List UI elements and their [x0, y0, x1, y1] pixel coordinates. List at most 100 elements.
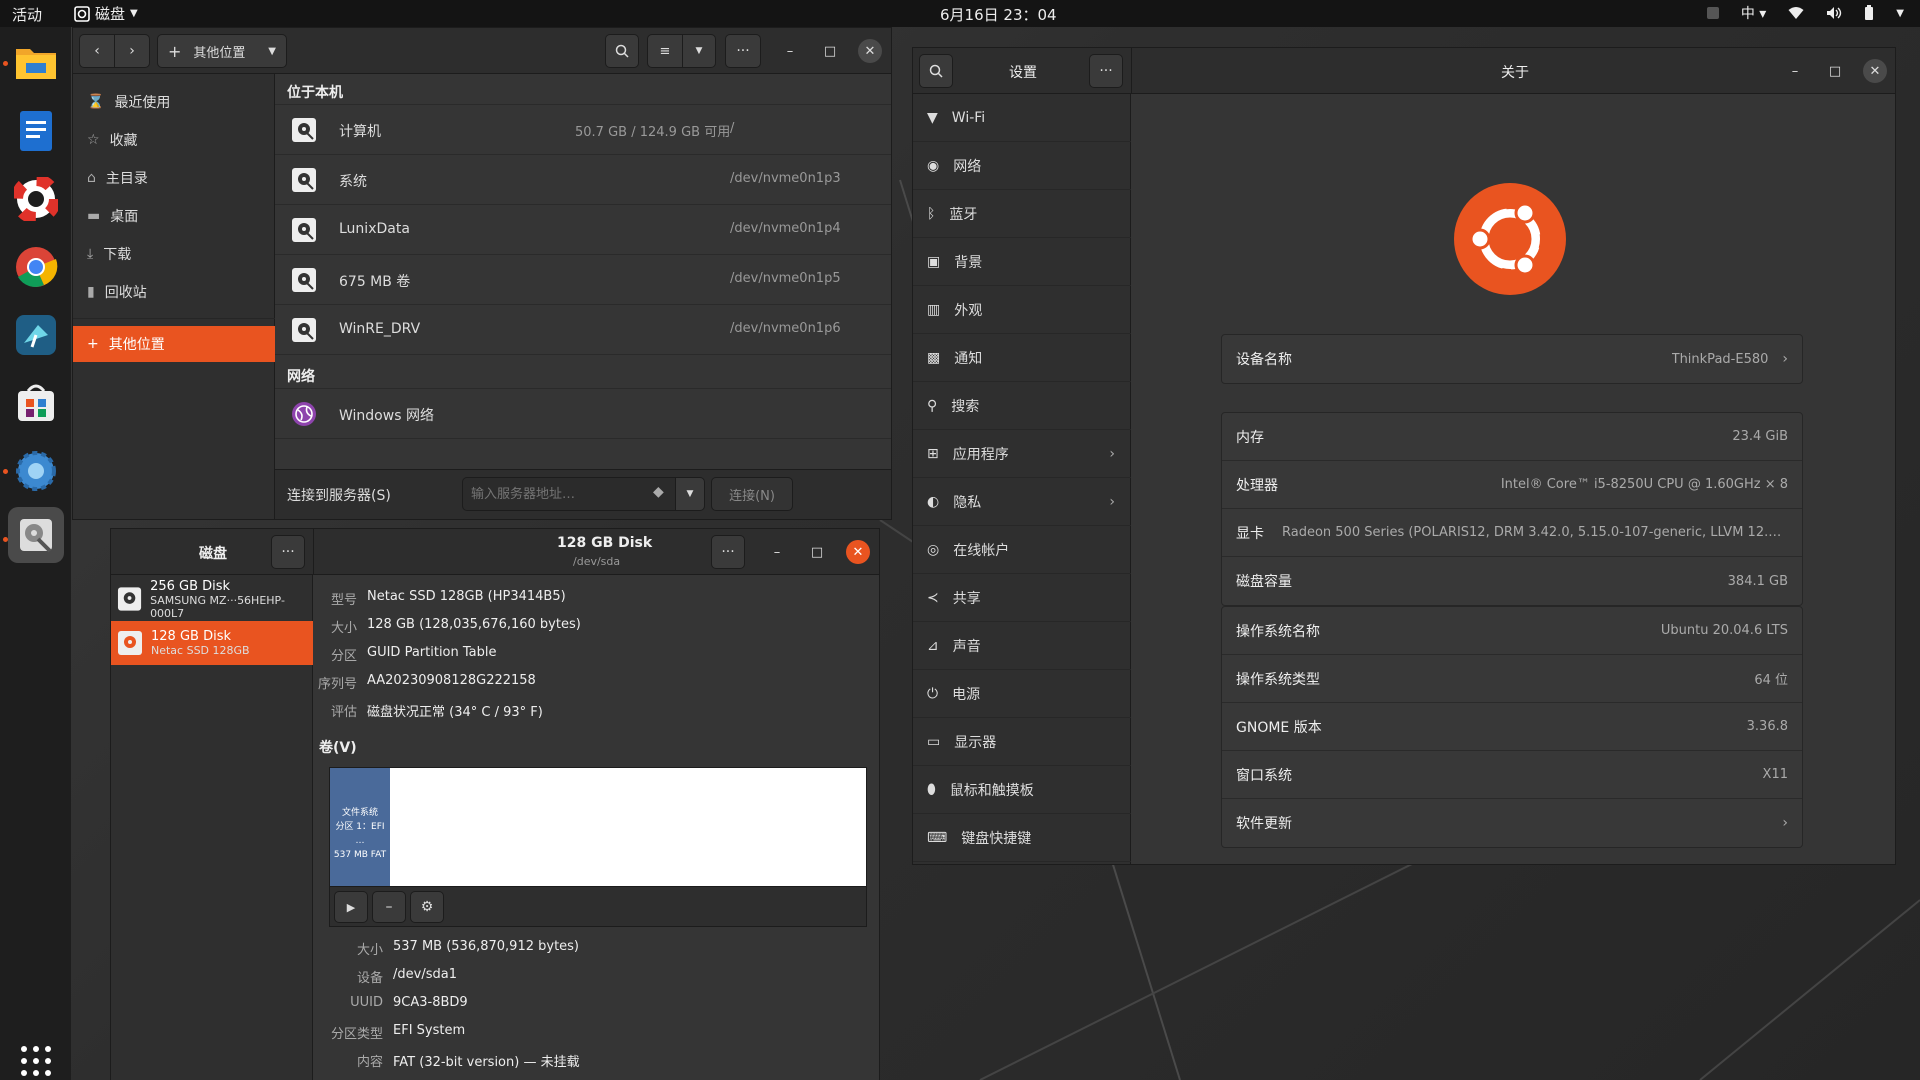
- chevron-left-icon: ‹: [94, 43, 100, 59]
- sidebar-item-downloads[interactable]: ⤓ 下载: [73, 236, 275, 272]
- sidebar-item-keyboard[interactable]: ⌨ 键盘快捷键: [913, 814, 1131, 862]
- disk-list-item-selected[interactable]: 128 GB Disk Netac SSD 128GB: [111, 621, 313, 665]
- activities-button[interactable]: 活动: [12, 4, 42, 25]
- chevron-down-icon: ▼: [1896, 7, 1904, 19]
- play-icon: ▶: [346, 900, 356, 914]
- disks-app-icon: [74, 5, 90, 22]
- sidebar-item-desktop[interactable]: ▬ 桌面: [73, 198, 275, 234]
- maximize-button[interactable]: □: [1823, 59, 1847, 83]
- drive-icon: [117, 587, 142, 611]
- sidebar-item-sharing[interactable]: ≺ 共享: [913, 574, 1131, 622]
- software-updates-row[interactable]: 软件更新 ›: [1222, 799, 1802, 847]
- plus-icon: +: [87, 336, 99, 352]
- bluetooth-icon: ᛒ: [927, 205, 936, 222]
- clock-icon: ⌛: [87, 94, 105, 110]
- partition-efi[interactable]: 文件系统 分区 1：EFI … 537 MB FAT: [330, 768, 390, 886]
- chevron-right-icon: ›: [1782, 815, 1788, 831]
- tray-square-icon: [1706, 7, 1719, 19]
- sidebar-item-online-accounts[interactable]: ◎ 在线帐户: [913, 526, 1131, 574]
- sidebar-item-wifi[interactable]: ▼ Wi-Fi: [913, 94, 1131, 142]
- partition-unknown[interactable]: [390, 768, 866, 886]
- dock-settings[interactable]: [8, 443, 64, 499]
- location-row[interactable]: 计算机 50.7 GB / 124.9 GB 可用 /: [275, 105, 891, 155]
- dock-software[interactable]: [8, 375, 64, 431]
- minimize-button[interactable]: –: [1783, 59, 1807, 83]
- files-menu-button[interactable]: ···: [725, 34, 761, 68]
- back-button[interactable]: ‹: [79, 34, 115, 68]
- close-button[interactable]: ✕: [1863, 59, 1887, 83]
- recent-servers-button[interactable]: ▼: [675, 477, 705, 511]
- close-button[interactable]: ✕: [846, 540, 870, 564]
- mount-button[interactable]: ▶: [334, 891, 368, 923]
- device-name-row[interactable]: 设备名称 ThinkPad-E580 ›: [1222, 335, 1802, 383]
- forward-button[interactable]: ›: [114, 34, 150, 68]
- sidebar-item-starred[interactable]: ☆ 收藏: [73, 122, 275, 158]
- sidebar-item-sound[interactable]: ⊿ 声音: [913, 622, 1131, 670]
- partition-settings-button[interactable]: ⚙: [410, 891, 444, 923]
- search-button[interactable]: [605, 34, 639, 68]
- sidebar-item-background[interactable]: ▣ 背景: [913, 238, 1131, 286]
- sidebar-item-mouse[interactable]: ⬮ 鼠标和触摸板: [913, 766, 1131, 814]
- connect-button[interactable]: 连接(N): [711, 477, 793, 511]
- dock-writer[interactable]: [8, 103, 64, 159]
- graphics-row: 显卡 Radeon 500 Series (POLARIS12, DRM 3.42…: [1222, 509, 1802, 557]
- sidebar-item-notifications[interactable]: ▩ 通知: [913, 334, 1131, 382]
- settings-window: 设置 ··· 关于 – □ ✕ ▼ Wi-Fi ◉ 网络 ᛒ 蓝牙 ▣ 背景 ▥ 外观 ▩…: [912, 47, 1896, 865]
- minimize-button[interactable]: –: [765, 540, 789, 564]
- sidebar-item-network[interactable]: ◉ 网络: [913, 142, 1131, 190]
- sidebar-item-appearance[interactable]: ▥ 外观: [913, 286, 1131, 334]
- dock-chrome[interactable]: [8, 239, 64, 295]
- disk-list-item[interactable]: 256 GB Disk SAMSUNG MZ···56HEHP-000L7: [111, 577, 313, 621]
- location-row[interactable]: 675 MB 卷 /dev/nvme0n1p5: [275, 255, 891, 305]
- disk-menu-button[interactable]: ···: [711, 535, 745, 569]
- maximize-button[interactable]: □: [805, 540, 829, 564]
- path-bar-other-locations[interactable]: + 其他位置 ▼: [157, 34, 287, 68]
- disks-app-menu-button[interactable]: ···: [271, 535, 305, 569]
- maximize-button[interactable]: □: [818, 39, 842, 63]
- settings-gear-icon: [16, 451, 56, 491]
- dock-help[interactable]: [8, 171, 64, 227]
- document-icon: [20, 111, 52, 151]
- app-menu[interactable]: 磁盘 ▼: [74, 3, 138, 24]
- view-options-button[interactable]: ▼: [682, 34, 716, 68]
- settings-search-button[interactable]: [919, 54, 953, 88]
- dock-disks[interactable]: [8, 507, 64, 563]
- sidebar-item-recent[interactable]: ⌛ 最近使用: [73, 84, 275, 120]
- sidebar-item-home[interactable]: ⌂ 主目录: [73, 160, 275, 196]
- os-name-row: 操作系统名称 Ubuntu 20.04.6 LTS: [1222, 607, 1802, 655]
- location-row[interactable]: LunixData /dev/nvme0n1p4: [275, 205, 891, 255]
- sidebar-item-trash[interactable]: ▮ 回收站: [73, 274, 275, 310]
- sidebar-item-other-locations[interactable]: + 其他位置: [73, 326, 275, 362]
- location-name: 计算机: [339, 124, 381, 140]
- settings-menu-button[interactable]: ···: [1089, 54, 1123, 88]
- connect-server-label: 连接到服务器(S): [287, 488, 391, 504]
- system-tray[interactable]: 中 ▾ ▼: [1706, 3, 1904, 23]
- delete-partition-button[interactable]: –: [372, 891, 406, 923]
- sidebar-item-applications[interactable]: ⊞ 应用程序 ›: [913, 430, 1131, 478]
- dock-files[interactable]: [8, 35, 64, 91]
- minimize-button[interactable]: –: [778, 39, 802, 63]
- sidebar-item-bluetooth[interactable]: ᛒ 蓝牙: [913, 190, 1131, 238]
- close-button[interactable]: ✕: [858, 39, 882, 63]
- sidebar-item-search[interactable]: ⚲ 搜索: [913, 382, 1131, 430]
- more-icon: ···: [736, 43, 750, 59]
- chevron-down-icon: ▼: [130, 8, 138, 19]
- view-list-button[interactable]: ≡: [647, 34, 683, 68]
- home-icon: ⌂: [87, 170, 96, 186]
- location-row[interactable]: WinRE_DRV /dev/nvme0n1p6: [275, 305, 891, 355]
- server-address-input[interactable]: [462, 477, 676, 511]
- page-title: 关于: [1501, 65, 1529, 81]
- sidebar-item-privacy[interactable]: ◐ 隐私 ›: [913, 478, 1131, 526]
- input-method-indicator[interactable]: 中 ▾: [1741, 3, 1766, 23]
- keyboard-icon: ⌨: [927, 829, 948, 846]
- os-type-row: 操作系统类型 64 位: [1222, 655, 1802, 703]
- show-apps-button[interactable]: [8, 1039, 64, 1080]
- clock[interactable]: 6月16日 23：04: [940, 4, 1057, 25]
- search-icon: ⚲: [927, 397, 938, 414]
- chevron-down-icon: ▼: [695, 46, 703, 56]
- sidebar-item-power[interactable]: ⏻ 电源: [913, 670, 1131, 718]
- network-row[interactable]: Windows 网络: [275, 389, 891, 439]
- location-row[interactable]: 系统 /dev/nvme0n1p3: [275, 155, 891, 205]
- sidebar-item-displays[interactable]: ▭ 显示器: [913, 718, 1131, 766]
- dock-app-tool[interactable]: [8, 307, 64, 363]
